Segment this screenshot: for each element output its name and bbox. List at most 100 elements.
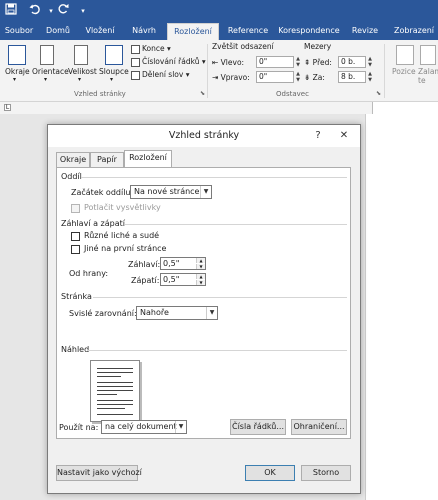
- spacing-before-input[interactable]: 0 b.: [338, 56, 366, 68]
- indent-title: Zvětšit odsazení: [212, 42, 274, 51]
- document-page[interactable]: [365, 114, 438, 500]
- spin-down-icon[interactable]: ▼: [196, 280, 205, 285]
- spacing-after-input[interactable]: 8 b.: [338, 71, 366, 83]
- size-icon[interactable]: [74, 45, 88, 65]
- chevron-down-icon: ▼: [200, 186, 211, 198]
- line-numbers-icon: [131, 57, 140, 67]
- title-bar: ▾ ▾: [0, 0, 438, 22]
- indent-right-input[interactable]: 0": [256, 71, 294, 83]
- spacing-title: Mezery: [304, 42, 332, 51]
- suppress-endnotes-checkbox[interactable]: [71, 204, 80, 213]
- indent-right-text: Vpravo:: [220, 73, 250, 82]
- section-divider: [81, 177, 347, 178]
- orientation-dropdown-icon[interactable]: ▾: [44, 76, 47, 83]
- redo-icon[interactable]: [56, 3, 70, 20]
- header-distance-input[interactable]: 0,5" ▲ ▼: [160, 257, 206, 270]
- preview-heading: Náhled: [61, 345, 90, 354]
- line-numbers-button[interactable]: Číslování řádků ▾: [131, 57, 206, 67]
- hyphenation-label: Dělení slov: [142, 70, 184, 79]
- tab-layout[interactable]: Rozložení: [167, 23, 219, 40]
- section-start-select[interactable]: Na nové stránce ▼: [130, 185, 212, 199]
- page-setup-group-label: Vzhled stránky: [74, 90, 126, 98]
- margins-button[interactable]: Okraje: [5, 67, 30, 76]
- orientation-icon[interactable]: [40, 45, 54, 65]
- page-setup-dialog: Vzhled stránky ? ✕ Okraje Papír Rozložen…: [47, 124, 361, 494]
- indent-left-text: Vlevo:: [220, 58, 245, 67]
- preview-line: [97, 372, 133, 373]
- tab-review[interactable]: Revize: [348, 22, 382, 40]
- tab-margins[interactable]: Okraje: [56, 152, 90, 167]
- preview-line: [97, 400, 133, 401]
- horizontal-ruler[interactable]: [372, 102, 438, 114]
- page-setup-launcher-icon[interactable]: ⬊: [200, 90, 205, 97]
- borders-button[interactable]: Ohraničení...: [291, 419, 347, 435]
- size-button[interactable]: Velikost: [68, 67, 97, 76]
- floppy-icon[interactable]: [4, 3, 18, 20]
- undo-icon[interactable]: [28, 3, 42, 20]
- breaks-button[interactable]: Konce ▾: [131, 44, 171, 54]
- tab-mailings[interactable]: Korespondence: [276, 22, 342, 40]
- indent-right-label: ⇥ Vpravo:: [212, 73, 250, 82]
- tab-references[interactable]: Reference: [224, 22, 272, 40]
- vertical-alignment-label: Svislé zarovnání:: [69, 309, 137, 318]
- spacing-before-spinner[interactable]: ▲ ▼: [367, 56, 373, 68]
- from-edge-label: Od hrany:: [69, 269, 109, 278]
- tab-layout[interactable]: Rozložení: [124, 150, 172, 167]
- indent-left-input[interactable]: 0": [256, 56, 294, 68]
- different-odd-even-label: Různé liché a sudé: [84, 231, 160, 240]
- spin-up-icon[interactable]: ▲: [196, 274, 205, 279]
- breaks-icon: [131, 44, 140, 54]
- ok-button[interactable]: OK: [245, 465, 295, 481]
- columns-dropdown-icon[interactable]: ▾: [110, 76, 113, 83]
- orientation-button[interactable]: Orientace: [32, 67, 69, 76]
- footer-distance-label: Zápatí:: [131, 276, 160, 285]
- header-distance-label: Záhlaví:: [128, 260, 161, 269]
- line-numbers-button[interactable]: Čísla řádků...: [230, 419, 286, 435]
- size-dropdown-icon[interactable]: ▾: [78, 76, 81, 83]
- indent-left-spinner[interactable]: ▲ ▼: [295, 56, 301, 68]
- paragraph-launcher-icon[interactable]: ⬊: [376, 90, 381, 97]
- tab-home[interactable]: Domů: [42, 22, 74, 40]
- margins-dropdown-icon[interactable]: ▾: [13, 76, 16, 83]
- indent-right-spinner[interactable]: ▲ ▼: [295, 71, 301, 83]
- section-heading: Oddíl: [61, 172, 82, 181]
- preview-line: [97, 394, 117, 395]
- tab-view[interactable]: Zobrazení: [390, 22, 438, 40]
- close-button[interactable]: ✕: [338, 129, 350, 143]
- position-icon[interactable]: [396, 45, 414, 65]
- help-button[interactable]: ?: [312, 129, 324, 143]
- position-button[interactable]: Pozice: [392, 67, 416, 76]
- cancel-button[interactable]: Storno: [301, 465, 351, 481]
- set-default-button[interactable]: Nastavit jako výchozí: [56, 465, 142, 481]
- spin-up-icon[interactable]: ▲: [196, 258, 205, 263]
- footer-distance-input[interactable]: 0,5" ▲ ▼: [160, 273, 206, 286]
- preview-line: [97, 382, 133, 383]
- tab-insert[interactable]: Vložení: [80, 22, 120, 40]
- layout-panel: Oddíl Začátek oddílu: Na nové stránce ▼ …: [56, 167, 351, 439]
- apply-to-select[interactable]: na celý dokument ▼: [101, 420, 187, 434]
- headers-footers-heading: Záhlaví a zápatí: [61, 219, 125, 228]
- apply-to-value: na celý dokument: [105, 422, 177, 431]
- spacing-after-label: ⇟ Za:: [304, 73, 325, 82]
- wrap-text-button[interactable]: Zalam te: [418, 67, 438, 85]
- ribbon: Okraje ▾ Orientace ▾ Velikost ▾ Sloupce …: [0, 40, 438, 102]
- columns-button[interactable]: Sloupce: [99, 67, 129, 76]
- footer-distance-value: 0,5": [163, 275, 180, 284]
- hyphenation-button[interactable]: Dělení slov ▾: [131, 70, 189, 80]
- preview-line: [97, 408, 125, 409]
- different-first-page-checkbox[interactable]: [71, 245, 80, 254]
- margins-icon[interactable]: [8, 45, 26, 65]
- different-first-page-label: Jiné na první stránce: [84, 244, 167, 253]
- spin-down-icon[interactable]: ▼: [196, 264, 205, 269]
- tab-file[interactable]: Soubor: [2, 22, 36, 40]
- vertical-alignment-select[interactable]: Nahoře ▼: [136, 306, 218, 320]
- tab-design[interactable]: Návrh: [126, 22, 162, 40]
- wrap-text-icon[interactable]: [420, 45, 436, 65]
- columns-icon[interactable]: [105, 45, 123, 65]
- tab-paper[interactable]: Papír: [90, 152, 124, 167]
- chevron-down-icon[interactable]: ▾: [76, 3, 90, 19]
- spacing-before-label: ⇞ Před:: [304, 58, 332, 67]
- tab-selector-icon[interactable]: L: [4, 104, 11, 111]
- spacing-after-spinner[interactable]: ▲ ▼: [367, 71, 373, 83]
- different-odd-even-checkbox[interactable]: [71, 232, 80, 241]
